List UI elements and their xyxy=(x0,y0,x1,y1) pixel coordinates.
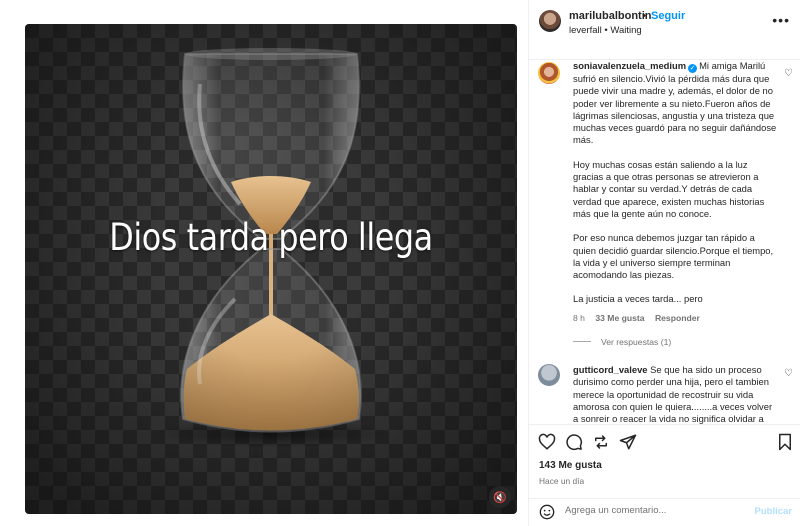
post-actions-bar xyxy=(529,424,800,456)
author-username[interactable]: marilubalbontin xyxy=(569,10,652,22)
more-icon[interactable]: ••• xyxy=(772,12,790,28)
comment-meta: 8 h 33 Me gusta Responder xyxy=(573,313,708,323)
reply-button[interactable]: Responder xyxy=(655,313,700,323)
comment-paragraph: Mi amiga Marilú sufrió en silencio.Vivió… xyxy=(573,60,777,146)
share-send-icon[interactable] xyxy=(619,433,637,451)
post-sidebar: marilubalbontin • Seguir leverfall • Wai… xyxy=(528,0,800,526)
audio-attribution[interactable]: leverfall • Waiting xyxy=(569,25,642,36)
add-comment-bar: Publicar xyxy=(529,498,800,526)
commenter-username[interactable]: gutticord_valeve xyxy=(573,364,648,375)
replies-divider xyxy=(573,341,591,342)
comment-input[interactable] xyxy=(565,505,745,516)
header-separator: • xyxy=(642,10,646,22)
view-replies-label: Ver respuestas (1) xyxy=(601,337,672,347)
comment-like-heart-icon[interactable]: ♡ xyxy=(784,68,793,79)
author-avatar[interactable] xyxy=(539,10,561,32)
commenter-username[interactable]: soniavalenzuela_medium xyxy=(573,60,686,71)
comment-like-heart-icon[interactable]: ♡ xyxy=(784,368,793,379)
mute-toggle-icon[interactable]: 🔇 xyxy=(489,486,511,508)
follow-button[interactable]: Seguir xyxy=(651,10,685,22)
emoji-icon[interactable] xyxy=(539,504,555,520)
verified-badge-icon: ✓ xyxy=(688,64,698,73)
commenter-avatar[interactable] xyxy=(538,62,560,84)
post-header: marilubalbontin • Seguir leverfall • Wai… xyxy=(529,0,800,60)
repost-icon[interactable] xyxy=(592,433,610,451)
like-heart-icon[interactable] xyxy=(538,433,556,451)
comment-paragraph: Por eso nunca debemos juzgar tan rápido … xyxy=(573,232,774,281)
comment-time: 8 h xyxy=(573,313,585,323)
likes-count[interactable]: 143 Me gusta xyxy=(539,460,602,471)
post-timestamp: Hace un día xyxy=(539,476,585,486)
commenter-avatar[interactable] xyxy=(538,364,560,386)
comment-body: gutticord_valeve Se que ha sido un proce… xyxy=(573,364,778,424)
comment-body: soniavalenzuela_medium ✓ Mi amiga Marilú s… xyxy=(573,60,778,306)
comments-list: soniavalenzuela_medium ✓ Mi amiga Marilú s… xyxy=(529,60,800,424)
post-overlay-text: Dios tarda pero llega xyxy=(109,216,433,259)
comment-bubble-icon[interactable] xyxy=(565,433,583,451)
media-pane: Dios tarda pero llega 🔇 xyxy=(0,0,528,526)
view-replies-button[interactable]: Ver respuestas (1) xyxy=(573,337,671,347)
save-bookmark-icon[interactable] xyxy=(776,433,794,451)
post-image[interactable]: Dios tarda pero llega 🔇 xyxy=(25,24,517,514)
publish-button[interactable]: Publicar xyxy=(755,506,793,517)
comment-paragraph: La justicia a veces tarda... pero xyxy=(573,293,703,305)
comment-likes[interactable]: 33 Me gusta xyxy=(595,313,644,323)
image-vignette xyxy=(25,24,517,514)
comment-paragraph: Hoy muchas cosas están saliendo a la luz… xyxy=(573,158,765,219)
